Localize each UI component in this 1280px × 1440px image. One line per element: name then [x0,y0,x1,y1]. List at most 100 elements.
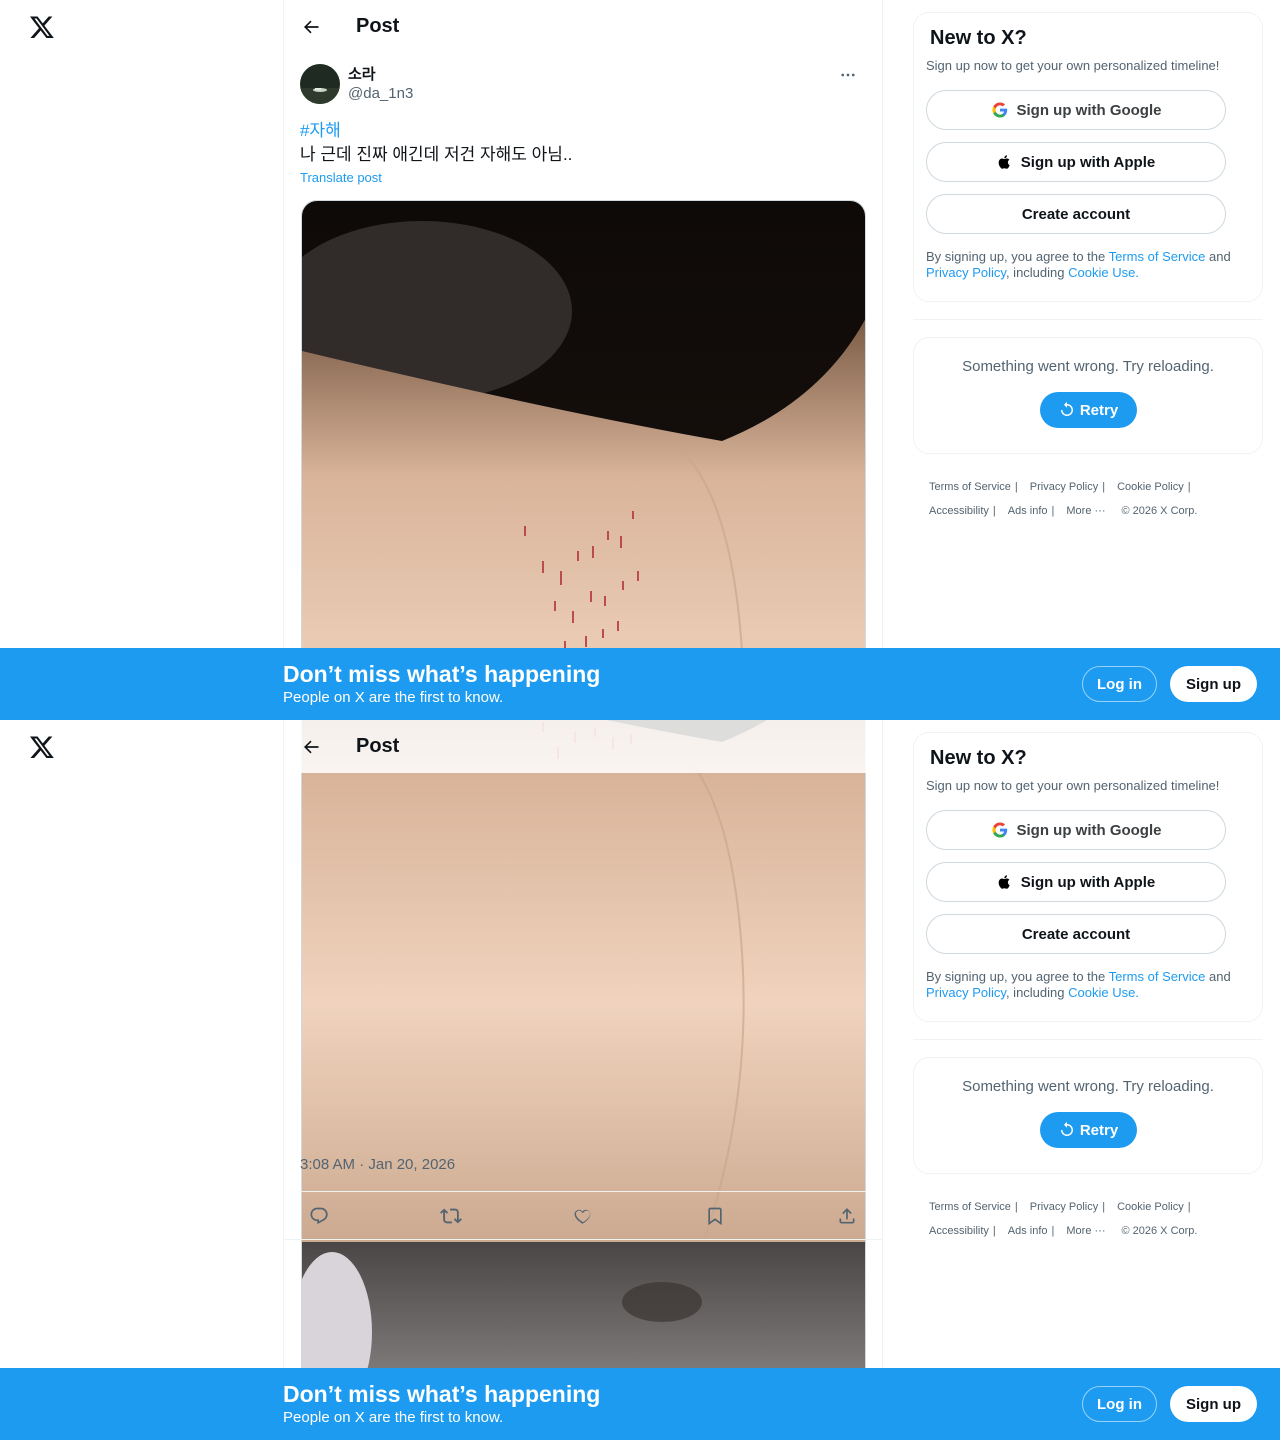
bookmark-button[interactable] [700,1201,730,1231]
google-signup-label: Sign up with Google [1016,101,1162,119]
signup-title: New to X? [930,747,1027,769]
apple-signup-button[interactable]: Sign up with Apple [926,142,1226,182]
more-button[interactable] [834,64,862,86]
footer-copyright: © 2026 X Corp. [1121,505,1198,517]
legal-including: , including [1005,265,1069,280]
x-logo-icon[interactable] [29,734,55,760]
apple-icon [997,873,1013,891]
hashtag-link[interactable]: #자해 [300,119,866,143]
divider [913,1039,1263,1040]
back-arrow-icon [304,20,319,33]
footer-terms[interactable]: Terms of Service [929,481,1011,493]
google-signup-label: Sign up with Google [1016,821,1162,839]
footer-ads[interactable]: Ads info [1008,505,1048,517]
post-timestamp[interactable]: 3:08 AM · Jan 20, 2026 [300,1156,455,1173]
post-header: Post [284,720,882,773]
create-account-button[interactable]: Create account [926,914,1226,954]
retry-label: Retry [1079,401,1119,419]
retry-label: Retry [1079,1121,1119,1139]
reply-button[interactable] [304,1201,334,1231]
error-card: Something went wrong. Try reloading. Ret… [913,1057,1263,1174]
google-signup-button[interactable]: Sign up with Google [926,90,1226,130]
footer-accessibility[interactable]: Accessibility [929,505,989,517]
bookmark-icon [708,1207,722,1226]
footer-terms[interactable]: Terms of Service [929,1201,1011,1213]
footer-cookie[interactable]: Cookie Policy [1117,481,1184,493]
repost-button[interactable] [436,1201,466,1231]
more-icon [841,73,855,77]
translate-link[interactable]: Translate post [300,170,382,185]
viewport-scrolled: Post 3:08 AM · Jan 20, 2026 New to X? Si… [0,720,1280,1440]
error-message: Something went wrong. Try reloading. [962,1078,1214,1095]
post-image[interactable] [301,720,866,1439]
legal-including: , including [1005,985,1069,1000]
banner-title: Don’t miss what’s happening [283,1381,601,1407]
cookie-link[interactable]: Cookie Use. [1068,265,1139,280]
sidebar: New to X? Sign up now to get your own pe… [913,732,1263,1243]
legal-text: By signing up, you agree to the [926,969,1109,984]
share-button[interactable] [832,1201,862,1231]
footer-more[interactable]: More ··· [1066,505,1105,517]
signup-title: New to X? [930,27,1027,49]
cookie-link[interactable]: Cookie Use. [1068,985,1139,1000]
terms-link[interactable]: Terms of Service [1109,969,1206,984]
signup-legal: By signing up, you agree to the Terms of… [926,969,1250,1001]
avatar[interactable] [300,64,340,104]
post-actions [300,1191,866,1240]
legal-text: By signing up, you agree to the [926,249,1109,264]
footer-links: Terms of Service | Privacy Policy | Cookie P… [929,1201,1198,1237]
google-icon [991,101,1009,119]
signup-card: New to X? Sign up now to get your own pe… [913,12,1263,302]
viewport-top: Post 소라 @da_1n3 #자해 나 근데 진짜 애긴데 저건 자해도 아… [0,0,1280,720]
divider [284,1239,882,1240]
google-icon [991,821,1009,839]
privacy-link[interactable]: Privacy Policy [926,985,1006,1000]
apple-signup-button[interactable]: Sign up with Apple [926,862,1226,902]
signup-card: New to X? Sign up now to get your own pe… [913,732,1263,1022]
page-title: Post [356,735,400,757]
post-text: #자해 나 근데 진짜 애긴데 저건 자해도 아님.. [300,119,866,167]
footer-ads[interactable]: Ads info [1008,1225,1048,1237]
divider [913,319,1263,320]
retry-button[interactable]: Retry [1039,392,1137,428]
footer-more[interactable]: More ··· [1066,1225,1105,1237]
footer-copyright: © 2026 X Corp. [1121,1225,1198,1237]
signup-button[interactable]: Sign up [1170,1386,1257,1422]
user-handle[interactable]: @da_1n3 [348,84,413,103]
footer-privacy[interactable]: Privacy Policy [1030,481,1098,493]
like-icon [574,1209,591,1224]
privacy-link[interactable]: Privacy Policy [926,265,1006,280]
post-body: 나 근데 진짜 애긴데 저건 자해도 아님.. [300,145,573,164]
footer-privacy[interactable]: Privacy Policy [1030,1201,1098,1213]
create-account-button[interactable]: Create account [926,194,1226,234]
page-title: Post [356,15,400,37]
terms-link[interactable]: Terms of Service [1109,249,1206,264]
login-button[interactable]: Log in [1082,666,1157,702]
post-author: 소라 @da_1n3 [300,64,866,104]
back-arrow-icon [304,740,319,753]
signup-subtitle: Sign up now to get your own personalized… [926,778,1220,793]
apple-signup-label: Sign up with Apple [1020,153,1156,171]
google-signup-button[interactable]: Sign up with Google [926,810,1226,850]
error-card: Something went wrong. Try reloading. Ret… [913,337,1263,454]
retry-button[interactable]: Retry [1039,1112,1137,1148]
back-button[interactable] [293,9,329,45]
footer-cookie[interactable]: Cookie Policy [1117,1201,1184,1213]
reply-icon [310,1207,328,1225]
x-logo-icon[interactable] [29,14,55,40]
like-button[interactable] [568,1201,598,1231]
error-message: Something went wrong. Try reloading. [962,358,1214,375]
display-name[interactable]: 소라 [348,65,413,84]
repost-icon [440,1208,462,1224]
retry-icon [1060,401,1073,416]
login-button[interactable]: Log in [1082,1386,1157,1422]
signup-subtitle: Sign up now to get your own personalized… [926,58,1220,73]
primary-column: Post 소라 @da_1n3 #자해 나 근데 진짜 애긴데 저건 자해도 아… [283,0,883,720]
footer-accessibility[interactable]: Accessibility [929,1225,989,1237]
login-banner: Don’t miss what’s happening People on X … [0,648,1280,720]
signup-legal: By signing up, you agree to the Terms of… [926,249,1250,281]
back-button[interactable] [293,729,329,765]
signup-button[interactable]: Sign up [1170,666,1257,702]
post-image[interactable] [301,200,866,720]
apple-signup-label: Sign up with Apple [1020,873,1156,891]
